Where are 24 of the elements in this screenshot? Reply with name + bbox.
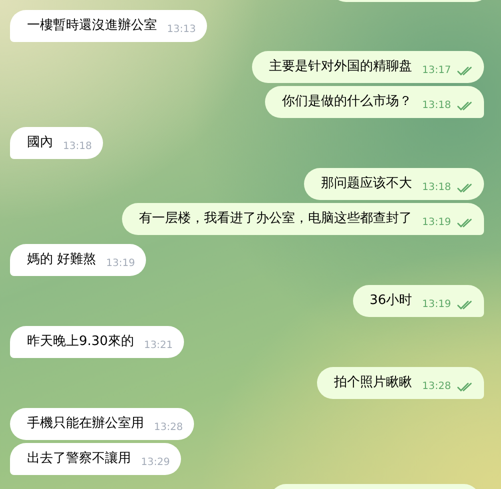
message-text: 有一层楼，我看进了办公室，电脑这些都查封了 <box>139 210 412 228</box>
message-text: 你们是做的什么市场？ <box>282 93 412 111</box>
message-time: 13:28 <box>422 382 451 394</box>
message-text: 一樓暫時還沒進辦公室 <box>27 17 157 35</box>
message-text: 拍个照片瞅瞅 <box>334 374 412 392</box>
message-time: 13:13 <box>167 25 196 37</box>
message-time: 13:19 <box>106 259 135 271</box>
message-time: 13:17 <box>422 66 451 78</box>
message-time: 13:28 <box>154 423 183 435</box>
message-time: 13:18 <box>63 142 92 154</box>
message-time: 13:18 <box>422 183 451 195</box>
message-text: 出去了警察不讓用 <box>27 450 131 468</box>
message-time: 13:29 <box>141 458 170 470</box>
message-time: 13:21 <box>144 341 173 353</box>
message-time: 13:19 <box>422 300 451 312</box>
message-time: 13:18 <box>422 101 451 113</box>
message-text: 國內 <box>27 134 53 152</box>
message-text: 昨天晚上9.30來的 <box>27 333 134 351</box>
message-text: 主要是针对外国的精聊盘 <box>269 58 412 76</box>
message-text: 那问题应该不大 <box>321 175 412 193</box>
message-text: 手機只能在辦公室用 <box>27 415 144 433</box>
message-text: 36小时 <box>370 292 412 310</box>
message-text: 媽的 好難熬 <box>27 251 96 269</box>
message-time: 13:19 <box>422 218 451 230</box>
